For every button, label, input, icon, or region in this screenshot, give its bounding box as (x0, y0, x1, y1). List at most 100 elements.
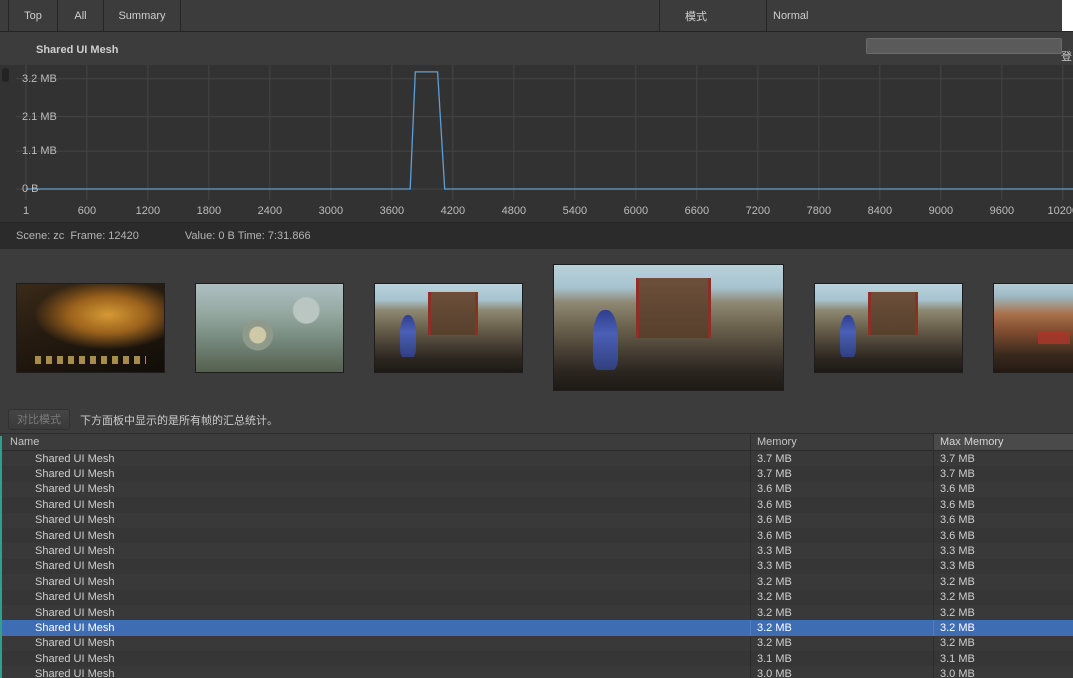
frame-thumbnail[interactable] (374, 283, 523, 373)
row-name: Shared UI Mesh (0, 513, 750, 528)
chart-x-tick-label: 9000 (929, 205, 953, 217)
column-header-name[interactable]: Name (0, 434, 750, 450)
chart-x-tick-label: 600 (78, 205, 96, 217)
column-header-max-memory[interactable]: Max Memory (933, 434, 1073, 450)
chart-x-tick-label: 9600 (990, 205, 1014, 217)
tab-summary[interactable]: Summary (104, 0, 181, 31)
table-row[interactable]: Shared UI Mesh 3.7 MB 3.7 MB (0, 466, 1073, 481)
chart-x-tick-label: 7800 (807, 205, 831, 217)
column-header-memory[interactable]: Memory (750, 434, 933, 450)
table-row[interactable]: Shared UI Mesh 3.6 MB 3.6 MB (0, 513, 1073, 528)
row-name: Shared UI Mesh (0, 451, 750, 466)
row-max-memory: 3.0 MB (933, 666, 1073, 678)
chart-x-tick-label: 1 (23, 205, 29, 217)
cutoff-button-label[interactable]: 登 (1061, 48, 1072, 64)
row-max-memory: 3.3 MB (933, 559, 1073, 574)
chart-scrollbar-thumb[interactable] (2, 68, 9, 82)
frame-thumbnail-selected[interactable] (553, 264, 784, 391)
table-header: Name Memory Max Memory (0, 433, 1073, 451)
chart-x-tick-label: 1800 (197, 205, 221, 217)
chart-x-tick-label: 5400 (563, 205, 587, 217)
row-memory: 3.2 MB (750, 605, 933, 620)
chart-x-tick-label: 1200 (136, 205, 160, 217)
scene-frame-label: Scene: zc Frame: 12420 (16, 230, 139, 242)
row-memory: 3.1 MB (750, 651, 933, 666)
row-name: Shared UI Mesh (0, 636, 750, 651)
chart-x-tick-label: 4200 (441, 205, 465, 217)
row-name: Shared UI Mesh (0, 559, 750, 574)
row-max-memory: 3.1 MB (933, 651, 1073, 666)
row-name: Shared UI Mesh (0, 528, 750, 543)
table-row[interactable]: Shared UI Mesh 3.7 MB 3.7 MB (0, 451, 1073, 466)
table-row[interactable]: Shared UI Mesh 3.0 MB 3.0 MB (0, 666, 1073, 678)
chart-x-tick-label: 10200 (1048, 205, 1073, 217)
table-row[interactable]: Shared UI Mesh 3.2 MB 3.2 MB (0, 605, 1073, 620)
tab-top[interactable]: Top (9, 0, 58, 31)
row-name: Shared UI Mesh (0, 497, 750, 512)
status-bar: Scene: zc Frame: 12420 Value: 0 B Time: … (0, 223, 1073, 249)
chart-x-tick-label: 2400 (258, 205, 282, 217)
row-name: Shared UI Mesh (0, 666, 750, 678)
row-memory: 3.3 MB (750, 559, 933, 574)
mode-dropdown[interactable]: Normal (766, 0, 1062, 31)
row-max-memory: 3.2 MB (933, 620, 1073, 635)
mode-label: 模式 (659, 0, 766, 31)
table-row[interactable]: Shared UI Mesh 3.6 MB 3.6 MB (0, 497, 1073, 512)
memory-table-body: Shared UI Mesh 3.7 MB 3.7 MB Shared UI M… (0, 451, 1073, 678)
tab-all[interactable]: All (58, 0, 104, 31)
table-row[interactable]: Shared UI Mesh 3.6 MB 3.6 MB (0, 482, 1073, 497)
chart-y-tick-label: 0 B (22, 183, 39, 195)
top-toolbar: Top All Summary 模式 Normal (0, 0, 1073, 32)
row-max-memory: 3.2 MB (933, 590, 1073, 605)
table-row[interactable]: Shared UI Mesh 3.2 MB 3.2 MB (0, 620, 1073, 635)
toolbar-right-gap (1062, 0, 1073, 31)
chart-x-tick-label: 7200 (746, 205, 770, 217)
row-memory: 3.0 MB (750, 666, 933, 678)
panel-title: Shared UI Mesh (36, 44, 119, 56)
row-memory: 3.3 MB (750, 543, 933, 558)
memory-chart[interactable]: 3.2 MB2.1 MB1.1 MB0 B (0, 65, 1073, 200)
row-max-memory: 3.6 MB (933, 497, 1073, 512)
row-memory: 3.2 MB (750, 620, 933, 635)
table-row[interactable]: Shared UI Mesh 3.1 MB 3.1 MB (0, 651, 1073, 666)
table-row[interactable]: Shared UI Mesh 3.2 MB 3.2 MB (0, 590, 1073, 605)
chart-y-tick-label: 3.2 MB (22, 73, 57, 85)
compare-mode-button[interactable]: 对比模式 (8, 409, 70, 430)
row-memory: 3.2 MB (750, 636, 933, 651)
chart-x-axis: 1600120018002400300036004200480054006000… (0, 200, 1073, 223)
chart-x-tick-label: 6000 (624, 205, 648, 217)
row-max-memory: 3.6 MB (933, 482, 1073, 497)
frame-thumbnail[interactable] (814, 283, 963, 373)
row-name: Shared UI Mesh (0, 482, 750, 497)
table-row[interactable]: Shared UI Mesh 3.2 MB 3.2 MB (0, 636, 1073, 651)
frame-thumbnail[interactable] (16, 283, 165, 373)
chart-x-tick-label: 3000 (319, 205, 343, 217)
table-row[interactable]: Shared UI Mesh 3.6 MB 3.6 MB (0, 528, 1073, 543)
chart-x-tick-label: 3600 (380, 205, 404, 217)
row-memory: 3.2 MB (750, 574, 933, 589)
table-row[interactable]: Shared UI Mesh 3.3 MB 3.3 MB (0, 543, 1073, 558)
row-name: Shared UI Mesh (0, 543, 750, 558)
frame-thumbnail[interactable] (993, 283, 1073, 373)
row-max-memory: 3.7 MB (933, 466, 1073, 481)
row-max-memory: 3.6 MB (933, 513, 1073, 528)
chart-x-tick-label: 8400 (868, 205, 892, 217)
row-memory: 3.6 MB (750, 497, 933, 512)
row-name: Shared UI Mesh (0, 605, 750, 620)
frame-filmstrip (0, 249, 1073, 406)
row-memory: 3.7 MB (750, 466, 933, 481)
top-right-dropdown[interactable] (866, 38, 1062, 54)
row-name: Shared UI Mesh (0, 574, 750, 589)
row-memory: 3.6 MB (750, 528, 933, 543)
row-memory: 3.2 MB (750, 590, 933, 605)
frame-thumbnail[interactable] (195, 283, 344, 373)
row-name: Shared UI Mesh (0, 651, 750, 666)
row-memory: 3.7 MB (750, 451, 933, 466)
memory-chart-svg (16, 65, 1073, 200)
row-max-memory: 3.2 MB (933, 636, 1073, 651)
panel-header: Shared UI Mesh 登 (0, 32, 1073, 65)
summary-hint: 下方面板中显示的是所有帧的汇总统计。 (80, 412, 278, 428)
table-row[interactable]: Shared UI Mesh 3.3 MB 3.3 MB (0, 559, 1073, 574)
value-time-label: Value: 0 B Time: 7:31.866 (185, 230, 311, 242)
table-row[interactable]: Shared UI Mesh 3.2 MB 3.2 MB (0, 574, 1073, 589)
